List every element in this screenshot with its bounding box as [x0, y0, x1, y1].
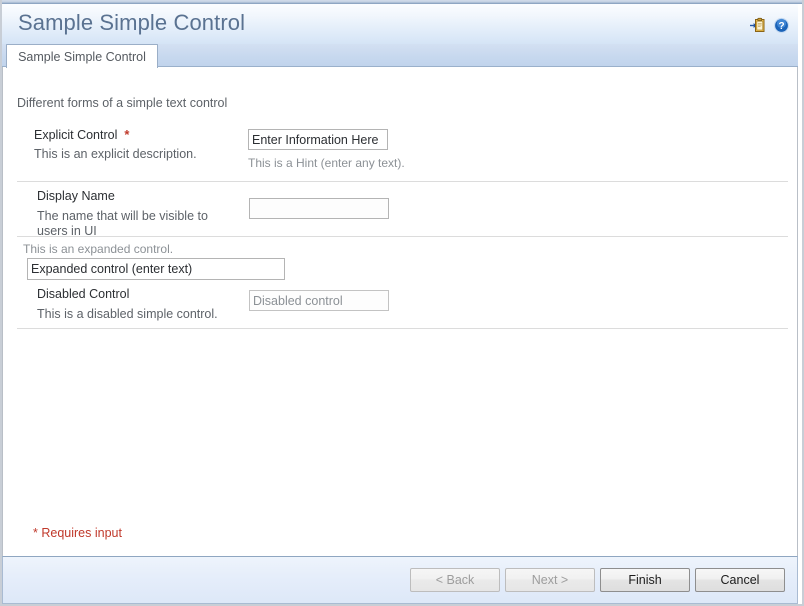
row-separator-3 [17, 328, 788, 329]
content-panel: Different forms of a simple text control… [2, 67, 798, 556]
svg-text:?: ? [778, 21, 784, 32]
finish-button[interactable]: Finish [600, 568, 690, 592]
help-icon[interactable]: ? [773, 17, 790, 34]
explicit-control-hint: This is a Hint (enter any text). [248, 156, 405, 170]
disabled-control-description: This is a disabled simple control. [37, 307, 218, 321]
display-name-input[interactable] [249, 198, 389, 219]
window-header: Sample Simple Control ? [2, 4, 798, 44]
required-asterisk: * [124, 127, 130, 142]
display-name-label: Display Name [37, 189, 115, 203]
row-separator-1 [17, 181, 788, 182]
footer-bar: < Back Next > Finish Cancel [2, 556, 798, 604]
tab-strip: Sample Simple Control [2, 44, 798, 68]
display-name-description: The name that will be visible to users i… [37, 209, 208, 238]
expanded-control-note: This is an expanded control. [23, 242, 174, 256]
cancel-button[interactable]: Cancel [695, 568, 785, 592]
explicit-control-label: Explicit Control * [34, 127, 129, 142]
explicit-control-label-text: Explicit Control [34, 128, 118, 142]
disabled-control-input [249, 290, 389, 311]
explicit-control-input[interactable] [248, 129, 388, 150]
tab-label: Sample Simple Control [18, 49, 146, 64]
requires-input-note: * Requires input [33, 526, 122, 540]
header-icon-group: ? [749, 17, 790, 34]
page-title: Sample Simple Control [18, 10, 246, 35]
paste-clipboard-icon[interactable] [749, 17, 766, 34]
row-separator-2 [17, 236, 788, 237]
explicit-control-description: This is an explicit description. [34, 147, 197, 161]
back-button[interactable]: < Back [410, 568, 500, 592]
expanded-control-input[interactable] [27, 258, 285, 280]
wizard-button-bar: < Back Next > Finish Cancel [410, 568, 785, 592]
disabled-control-label: Disabled Control [37, 287, 130, 301]
intro-text: Different forms of a simple text control [17, 96, 228, 110]
tab-sample-simple-control[interactable]: Sample Simple Control [6, 44, 158, 68]
next-button[interactable]: Next > [505, 568, 595, 592]
application-window: Sample Simple Control ? Sample Simple Co… [0, 0, 804, 606]
